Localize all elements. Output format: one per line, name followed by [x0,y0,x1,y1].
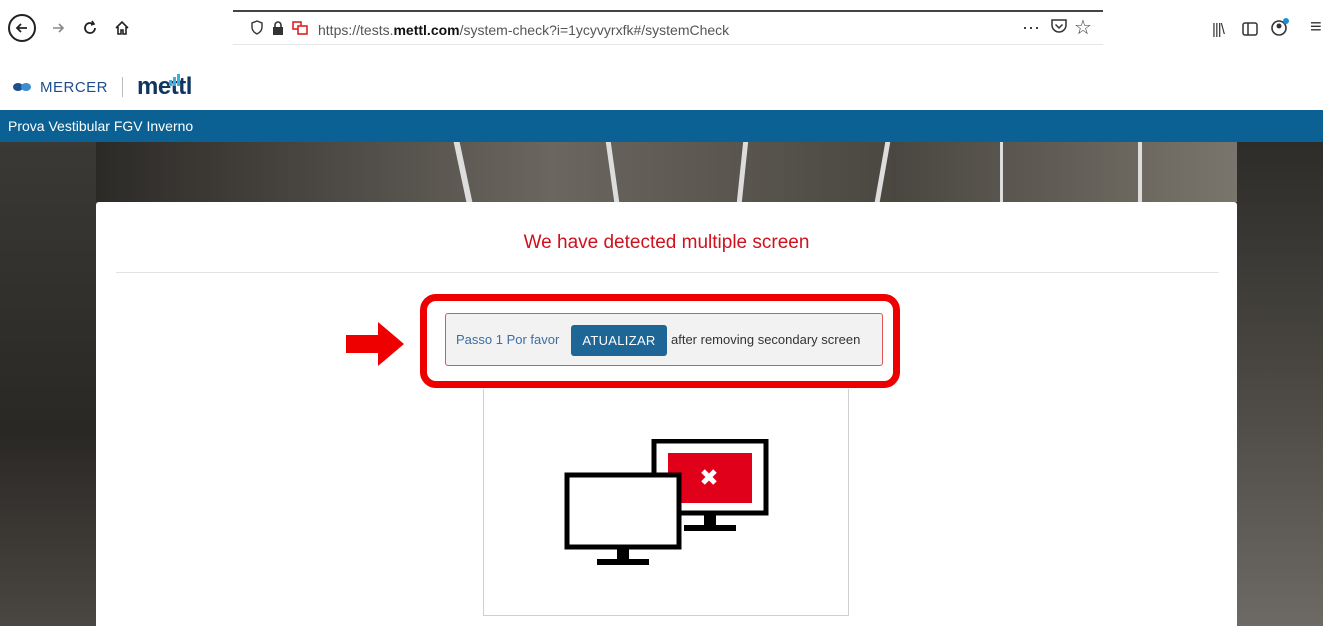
star-icon: ☆ [1074,17,1092,39]
bookmark-button[interactable]: ☆ [1074,15,1092,40]
brand-separator [122,77,124,97]
hamburger-icon: ≡ [1310,16,1322,38]
exam-title: Prova Vestibular FGV Inverno [8,118,194,134]
browser-toolbar: https://tests.mettl.com/system-check?i=1… [0,0,1323,64]
multiple-screen-title: We have detected multiple screen [523,232,810,253]
permissions-icon[interactable] [292,20,308,35]
more-icon: ⋯ [1022,18,1040,38]
reload-button[interactable] [76,14,104,42]
library-button[interactable]: |||\ [1212,21,1225,38]
red-arrow-icon [346,322,404,366]
shield-icon[interactable] [250,20,264,35]
sidebar-icon [1242,22,1258,36]
multiple-monitors-icon [564,439,769,565]
background-ceiling [96,142,1237,202]
refresh-button[interactable]: ATUALIZAR [571,325,667,356]
exam-header-bar: Prova Vestibular FGV Inverno [0,110,1323,142]
multiple-screen-image-box [483,389,849,616]
arrow-left-icon [15,23,27,33]
url-bar-bottom-border [233,44,1103,45]
refresh-instruction-box: Passo 1 Por favor ATUALIZAR after removi… [445,313,883,366]
step-instruction-text: after removing secondary screen [671,332,861,347]
url-text[interactable]: https://tests.mettl.com/system-check?i=1… [318,22,729,38]
mercer-logo-text: MERCER [40,78,109,96]
back-button[interactable] [8,14,36,42]
window-beam [1000,142,1003,202]
reload-icon [84,20,96,34]
url-security-icons [250,20,308,35]
page-actions-button[interactable]: ⋯ [1022,18,1040,39]
window-beam [1138,142,1142,202]
step-label: Passo 1 Por favor [456,332,560,347]
system-check-card: We have detected multiple screen Passo 1… [96,202,1237,632]
brand-logos: MERCER mettl [12,64,192,110]
background-right [1237,142,1323,626]
menu-button[interactable]: ≡ [1310,16,1322,39]
background-left [0,142,96,626]
home-button[interactable] [108,14,136,42]
mettl-bars-icon [168,74,180,86]
pocket-button[interactable] [1050,18,1068,34]
arrow-right-icon [53,23,65,33]
account-button[interactable] [1270,18,1290,41]
library-icon: |||\ [1212,21,1225,38]
mercer-logo-icon [13,83,31,91]
url-suffix: /system-check?i=1ycyvyrxfk#/systemCheck [459,22,730,38]
url-prefix: https://tests. [318,22,394,38]
account-icon [1271,18,1289,36]
sidebar-button[interactable] [1242,20,1258,41]
home-icon [115,20,129,35]
mettl-logo-text: mettl [137,73,192,100]
pocket-icon [1051,19,1067,33]
forward-button[interactable] [44,14,72,42]
lock-icon[interactable] [272,20,284,35]
url-domain: mettl.com [393,22,460,38]
card-divider [116,272,1219,273]
